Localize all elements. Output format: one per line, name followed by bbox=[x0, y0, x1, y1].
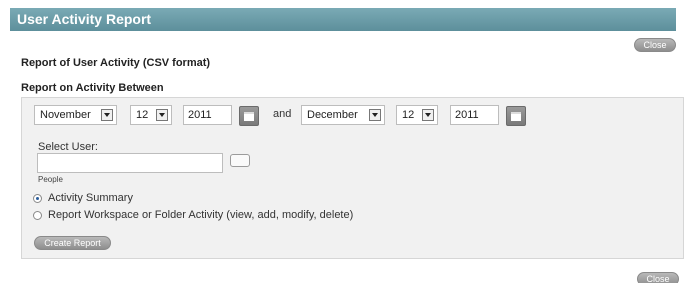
to-day-value: 12 bbox=[402, 109, 415, 121]
people-hint: People bbox=[38, 175, 63, 184]
report-between-label: Report on Activity Between bbox=[21, 82, 164, 94]
to-calendar-button[interactable] bbox=[506, 106, 526, 126]
close-button-top[interactable]: Close bbox=[634, 38, 676, 52]
user-activity-report-dialog: User Activity Report Close Report of Use… bbox=[0, 0, 684, 283]
from-day-select[interactable]: 12 bbox=[130, 105, 172, 125]
chevron-down-icon bbox=[369, 109, 381, 121]
radio-button-selected[interactable] bbox=[33, 193, 42, 203]
select-user-label: Select User: bbox=[38, 141, 98, 153]
close-button-bottom[interactable]: Close bbox=[637, 272, 679, 283]
chevron-down-icon bbox=[422, 109, 434, 121]
from-month-value: November bbox=[40, 109, 91, 121]
from-calendar-button[interactable] bbox=[239, 106, 259, 126]
to-month-select[interactable]: December bbox=[301, 105, 385, 125]
create-report-button[interactable]: Create Report bbox=[34, 236, 111, 250]
chevron-down-icon bbox=[101, 109, 113, 121]
activity-summary-option[interactable]: Activity Summary bbox=[33, 192, 133, 204]
calendar-icon bbox=[244, 112, 254, 121]
to-day-select[interactable]: 12 bbox=[396, 105, 438, 125]
workspace-activity-label: Report Workspace or Folder Activity (vie… bbox=[48, 209, 354, 221]
user-input[interactable] bbox=[37, 153, 223, 173]
from-day-value: 12 bbox=[136, 109, 149, 121]
radio-button[interactable] bbox=[33, 210, 42, 220]
chevron-down-icon bbox=[156, 109, 168, 121]
workspace-activity-option[interactable]: Report Workspace or Folder Activity (vie… bbox=[33, 209, 353, 221]
to-year-input[interactable]: 2011 bbox=[450, 105, 499, 125]
dialog-title: User Activity Report bbox=[10, 8, 676, 31]
activity-summary-label: Activity Summary bbox=[48, 192, 133, 204]
from-month-select[interactable]: November bbox=[34, 105, 117, 125]
date-range-connector: and bbox=[273, 108, 292, 120]
from-year-input[interactable]: 2011 bbox=[183, 105, 232, 125]
calendar-icon bbox=[511, 112, 521, 121]
to-month-value: December bbox=[307, 109, 358, 121]
report-title: Report of User Activity (CSV format) bbox=[21, 57, 211, 69]
user-lookup-button[interactable] bbox=[230, 154, 250, 167]
